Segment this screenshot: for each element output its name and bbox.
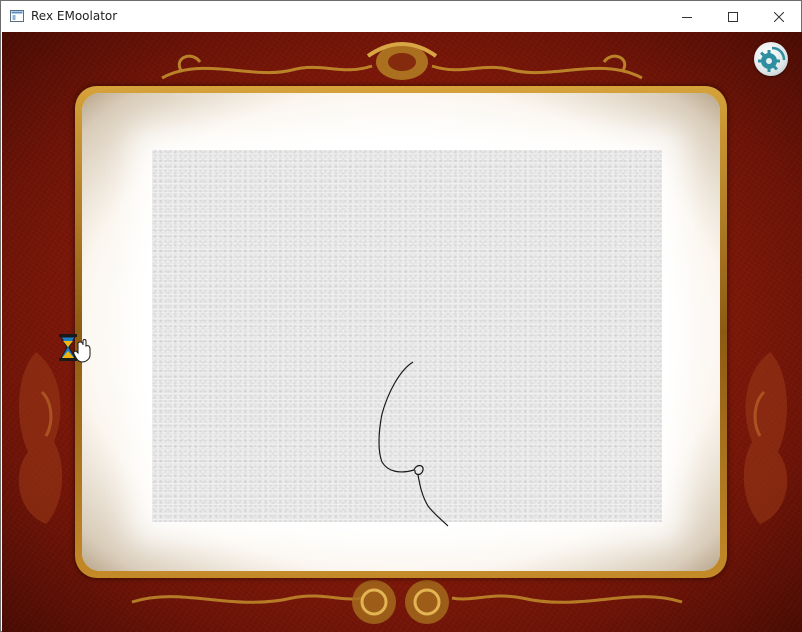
maximize-button[interactable] <box>710 1 756 32</box>
minimize-button[interactable] <box>664 1 710 32</box>
maximize-icon <box>728 11 738 22</box>
settings-button[interactable] <box>754 42 788 76</box>
ink-stroke <box>378 361 449 527</box>
hourglass-hand-icon <box>59 334 91 363</box>
title-bar[interactable]: Rex EMoolator <box>1 1 801 32</box>
gear-icon <box>758 46 786 72</box>
app-window: Rex EMoolator <box>0 0 802 632</box>
close-button[interactable] <box>756 1 802 32</box>
emulator-screen <box>2 32 802 632</box>
window-title: Rex EMoolator <box>31 9 118 23</box>
close-icon <box>774 11 784 22</box>
app-icon <box>10 9 24 23</box>
minimize-icon <box>682 16 692 18</box>
